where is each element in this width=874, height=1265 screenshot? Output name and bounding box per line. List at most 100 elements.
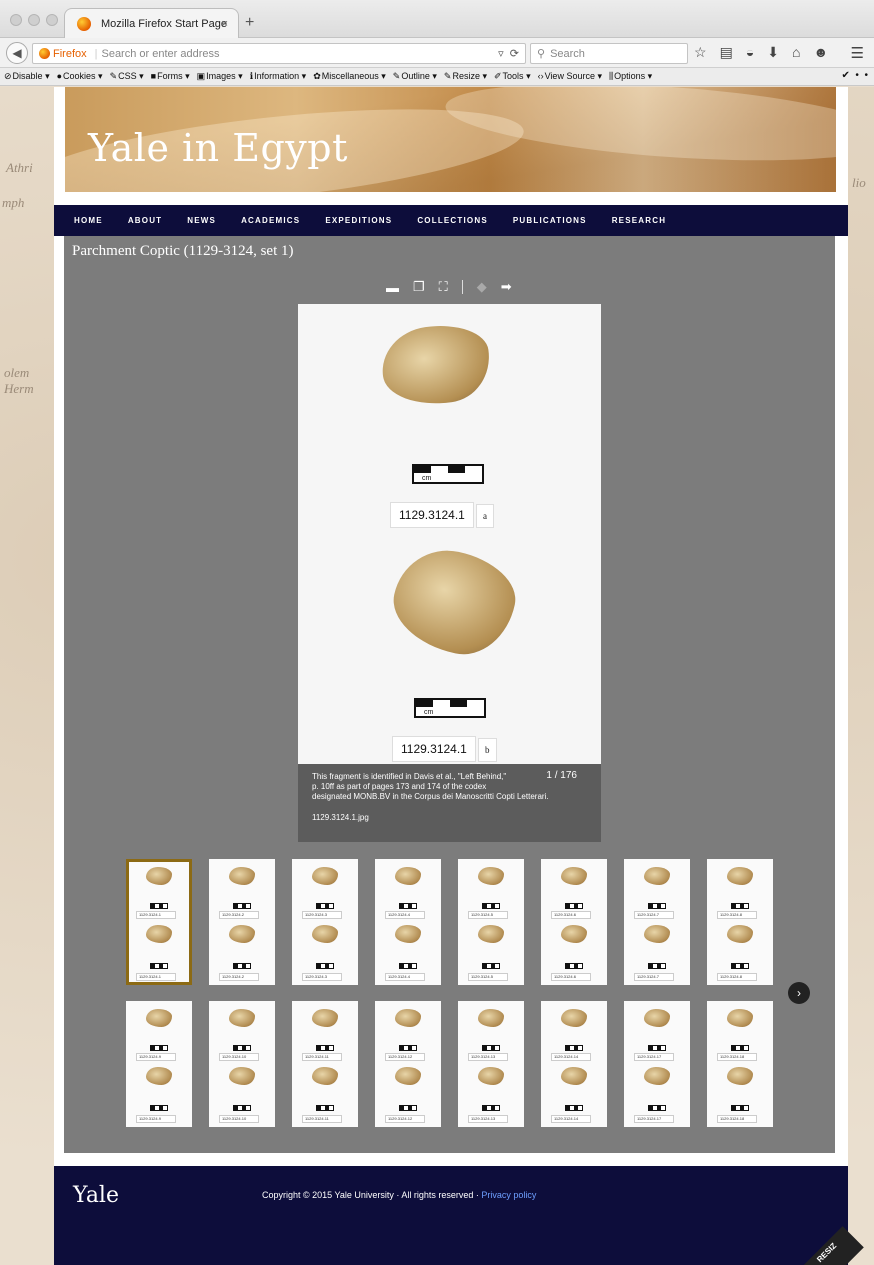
nav-about[interactable]: ABOUT: [128, 216, 162, 225]
devbar-miscellaneous[interactable]: ✿Miscellaneous ▾: [313, 71, 386, 82]
thumbnail[interactable]: 1129.3124.14 1129.3124.14: [541, 1001, 607, 1127]
search-icon: ⚲: [537, 48, 546, 60]
devbar-outline[interactable]: ✎Outline ▾: [393, 71, 437, 82]
thumbnail-scale: [565, 1105, 583, 1111]
devbar-view-source[interactable]: ‹›View Source ▾: [538, 71, 602, 82]
thumbnail[interactable]: 1129.3124.18 1129.3124.18: [707, 1001, 773, 1127]
thumbnail-label: 1129.3124.3: [302, 973, 342, 981]
thumbnail-scale: [648, 963, 666, 969]
thumbnail[interactable]: 1129.3124.13 1129.3124.13: [458, 1001, 524, 1127]
browser-tab[interactable]: Mozilla Firefox Start Page ×: [64, 8, 239, 38]
next-thumbnails-button[interactable]: ›: [788, 982, 810, 1004]
search-input[interactable]: ⚲ Search: [530, 43, 688, 64]
nav-academics[interactable]: ACADEMICS: [241, 216, 300, 225]
next-arrow-icon[interactable]: ➡: [501, 279, 512, 295]
side-label: a: [476, 504, 494, 528]
close-window-button[interactable]: [10, 14, 22, 26]
back-arrow-icon: ◀: [12, 46, 22, 60]
thumbnails-toggle-icon[interactable]: ▬: [386, 280, 399, 295]
thumbnail-label: 1129.3124.13: [468, 1053, 508, 1061]
thumbnail-fragment: [395, 925, 421, 943]
new-tab-button[interactable]: +: [245, 14, 254, 32]
address-bar[interactable]: Firefox | Search or enter address ▿ ⟳: [32, 43, 526, 64]
main-image[interactable]: cm 1129.3124.1 a cm 1129.3124.1 b: [298, 304, 601, 764]
scale-bar: cm: [412, 464, 484, 484]
thumbnail[interactable]: 1129.3124.11 1129.3124.11: [292, 1001, 358, 1127]
thumbnail-fragment: [146, 867, 172, 885]
thumbnail-scale: [565, 963, 583, 969]
download-icon[interactable]: ⬇: [767, 44, 779, 61]
thumbnail-label: 1129.3124.17: [634, 1053, 674, 1061]
devbar-tools[interactable]: ✐Tools ▾: [494, 71, 531, 82]
banner-dune: [443, 87, 836, 173]
site-title[interactable]: Yale in Egypt: [88, 126, 348, 170]
thumbnail-scale: [482, 1105, 500, 1111]
privacy-policy-link[interactable]: Privacy policy: [481, 1190, 536, 1200]
thumbnail[interactable]: 1129.3124.12 1129.3124.12: [375, 1001, 441, 1127]
window-icon[interactable]: ❐: [413, 279, 425, 295]
thumbnail[interactable]: 1129.3124.3 1129.3124.3: [292, 859, 358, 985]
nav-home[interactable]: HOME: [74, 216, 103, 225]
thumbnail-scale: [233, 903, 251, 909]
zoom-window-button[interactable]: [46, 14, 58, 26]
nav-research[interactable]: RESEARCH: [612, 216, 667, 225]
thumbnail[interactable]: 1129.3124.2 1129.3124.2: [209, 859, 275, 985]
devbar-cookies[interactable]: ●Cookies ▾: [57, 71, 103, 82]
thumbnail-scale: [399, 1105, 417, 1111]
hamburger-menu-icon[interactable]: ☰: [851, 44, 864, 62]
devbar-information[interactable]: ℹInformation ▾: [250, 71, 306, 82]
thumbnail[interactable]: 1129.3124.10 1129.3124.10: [209, 1001, 275, 1127]
thumbnail-scale: [648, 903, 666, 909]
thumbnail-fragment: [146, 1067, 172, 1085]
chat-icon[interactable]: ☻: [813, 44, 828, 61]
minimize-window-button[interactable]: [28, 14, 40, 26]
image-filename: 1129.3124.1.jpg: [312, 813, 369, 822]
nav-collections[interactable]: COLLECTIONS: [417, 216, 488, 225]
nav-publications[interactable]: PUBLICATIONS: [513, 216, 587, 225]
options-icon: ⫼: [609, 71, 614, 81]
tab-close-icon[interactable]: ×: [222, 18, 228, 30]
thumbnail[interactable]: 1129.3124.8 1129.3124.8: [707, 859, 773, 985]
devbar-forms[interactable]: ■Forms ▾: [151, 71, 190, 82]
thumbnail[interactable]: 1129.3124.1 1129.3124.1: [126, 859, 192, 985]
devbar-resize[interactable]: ✎Resize ▾: [444, 71, 487, 82]
devbar-options[interactable]: ⫼Options ▾: [609, 71, 652, 82]
thumbnail-label: 1129.3124.11: [302, 1115, 342, 1123]
devbar-images[interactable]: ▣Images ▾: [197, 71, 243, 82]
bookmark-star-icon[interactable]: ☆: [694, 44, 707, 61]
copyright-text: Copyright © 2015 Yale University · All r…: [262, 1190, 482, 1200]
previous-arrow-icon[interactable]: ◆: [477, 279, 487, 295]
thumbnail[interactable]: 1129.3124.4 1129.3124.4: [375, 859, 441, 985]
pocket-icon[interactable]: ◒: [746, 44, 754, 61]
identity-badge[interactable]: Firefox: [39, 48, 87, 60]
thumbnail-scale: [233, 1045, 251, 1051]
fullscreen-icon[interactable]: ⛶: [439, 279, 448, 295]
thumbnail[interactable]: 1129.3124.17 1129.3124.17: [624, 1001, 690, 1127]
nav-news[interactable]: NEWS: [187, 216, 216, 225]
back-button[interactable]: ◀: [6, 42, 28, 64]
devbar-check-icon[interactable]: ✔ • •: [842, 70, 869, 81]
thumbnail[interactable]: 1129.3124.5 1129.3124.5: [458, 859, 524, 985]
thumbnail-scale: [316, 963, 334, 969]
address-placeholder: Search or enter address: [101, 47, 220, 60]
thumbnail[interactable]: 1129.3124.7 1129.3124.7: [624, 859, 690, 985]
home-icon[interactable]: ⌂: [792, 44, 800, 61]
thumbnail-fragment: [727, 925, 753, 943]
thumbnail-fragment: [146, 925, 172, 943]
thumbnail-fragment: [561, 1009, 587, 1027]
thumbnail[interactable]: 1129.3124.6 1129.3124.6: [541, 859, 607, 985]
thumbnail-label: 1129.3124.18: [717, 1115, 757, 1123]
person-icon: ●: [56, 71, 63, 81]
nav-expeditions[interactable]: EXPEDITIONS: [325, 216, 392, 225]
reload-icon[interactable]: ▿ ⟳: [498, 47, 519, 60]
thumbnail[interactable]: 1129.3124.9 1129.3124.9: [126, 1001, 192, 1127]
thumbnail-scale: [150, 1105, 168, 1111]
devbar-disable[interactable]: ⊘Disable ▾: [4, 71, 50, 82]
thumbnail-label: 1129.3124.8: [717, 911, 757, 919]
footer-logo[interactable]: Yale: [73, 1183, 119, 1208]
devbar-css[interactable]: ✎CSS ▾: [110, 71, 144, 82]
thumbnail-fragment: [395, 1009, 421, 1027]
fragment-side-b: [384, 540, 524, 664]
reading-list-icon[interactable]: ▤: [720, 44, 733, 61]
thumbnail-scale: [565, 903, 583, 909]
